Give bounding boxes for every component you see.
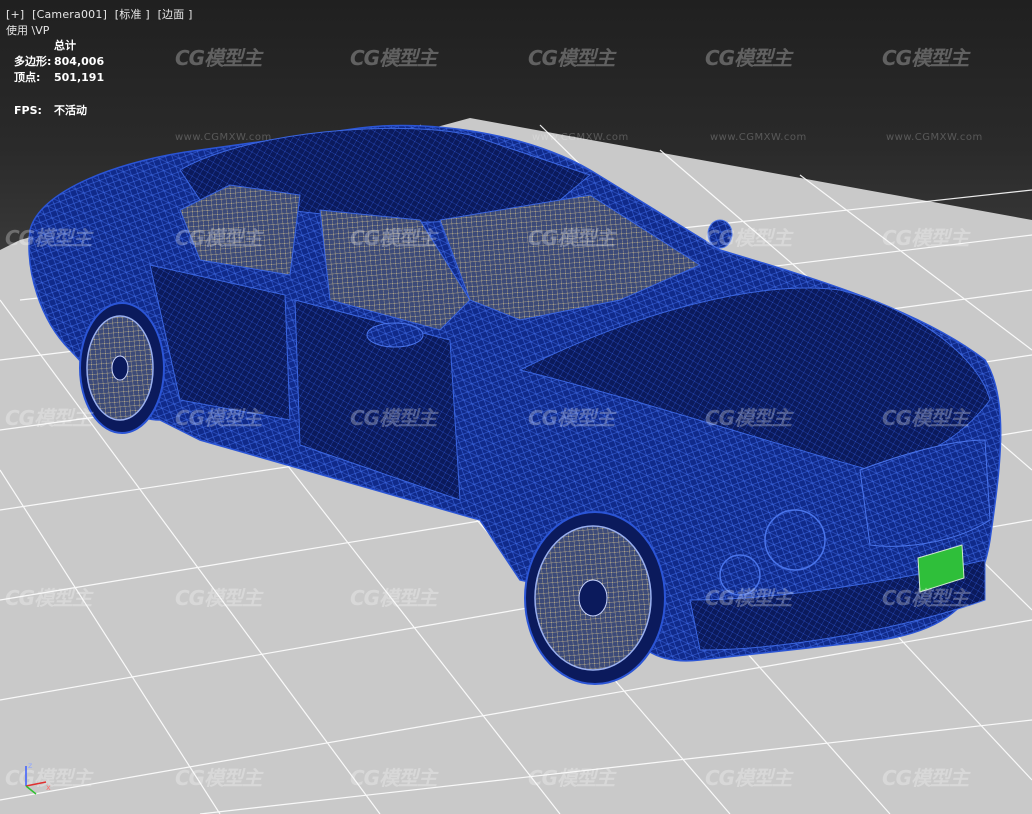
watermark-logo: CG模型主 [882,766,969,790]
watermark-url: www.CGMXW.com [886,132,983,143]
watermark-logo: CG模型主 [882,586,969,610]
watermark-logo: CG模型主 [882,406,969,430]
watermark-logo: CG模型主 [882,226,969,250]
watermark-logo: CG模型主 [705,46,792,70]
viewport-shading-menu[interactable]: [标准 ] [115,8,150,21]
polygons-label: 多边形: [14,55,52,68]
fps-label: FPS: [14,104,42,117]
polygons-value: 804,006 [54,55,105,68]
scene-canvas[interactable] [0,0,1032,814]
stats-header: 总计 [54,39,76,52]
watermark-logo: CG模型主 [350,766,437,790]
watermark-logo: CG模型主 [175,766,262,790]
watermark-logo: CG模型主 [528,46,615,70]
viewport-subtitle: 使用 \VP [6,24,50,37]
fps-readout: FPS: 不活动 [14,102,87,118]
axis-z-label: z [28,761,32,770]
watermark-logo: CG模型主 [5,586,92,610]
watermark-logo: CG模型主 [175,46,262,70]
fps-value: 不活动 [54,104,87,117]
watermark-logo: CG模型主 [705,766,792,790]
watermark-logo: CG模型主 [5,406,92,430]
watermark-logo: CG模型主 [175,406,262,430]
viewport-display-mode-menu[interactable]: [边面 ] [158,8,193,21]
vertices-label: 顶点: [14,71,41,84]
axis-gizmo-icon: z x [25,761,51,795]
watermark-url: www.CGMXW.com [710,132,807,143]
watermark-logo: CG模型主 [350,226,437,250]
watermark-logo: CG模型主 [350,46,437,70]
watermark-logo: CG模型主 [350,586,437,610]
watermark-url: www.CGMXW.com [532,132,629,143]
viewport-menu-plus[interactable]: [+] [6,8,24,21]
watermark-logo: CG模型主 [175,586,262,610]
watermark-url: www.CGMXW.com [175,132,272,143]
watermark-logo: CG模型主 [705,226,792,250]
wheel-front [524,511,666,685]
statistics-panel: 总计 多边形: 804,006 顶点: 501,191 [14,38,104,86]
car-headlight-left [764,509,826,571]
watermark-logo: CG模型主 [350,406,437,430]
car-mirror [366,322,424,348]
viewport-camera-menu[interactable]: [Camera001] [32,8,107,21]
watermark-logo: CG模型主 [528,406,615,430]
axis-x-label: x [46,783,51,792]
wheel-rear [79,302,165,434]
watermark-logo: CG模型主 [5,226,92,250]
watermark-logo: CG模型主 [705,586,792,610]
watermark-logo: CG模型主 [705,406,792,430]
watermark-logo: CG模型主 [175,226,262,250]
watermark-logo: CG模型主 [528,226,615,250]
viewport-camera[interactable]: CG模型主 CG模型主 CG模型主 CG模型主 CG模型主 www.CGMXW.… [0,0,1032,814]
watermark-logo: CG模型主 [528,766,615,790]
viewport-label-bar: [+] [Camera001] [标准 ] [边面 ] [6,6,197,22]
watermark-logo: CG模型主 [882,46,969,70]
vertices-value: 501,191 [54,71,105,84]
